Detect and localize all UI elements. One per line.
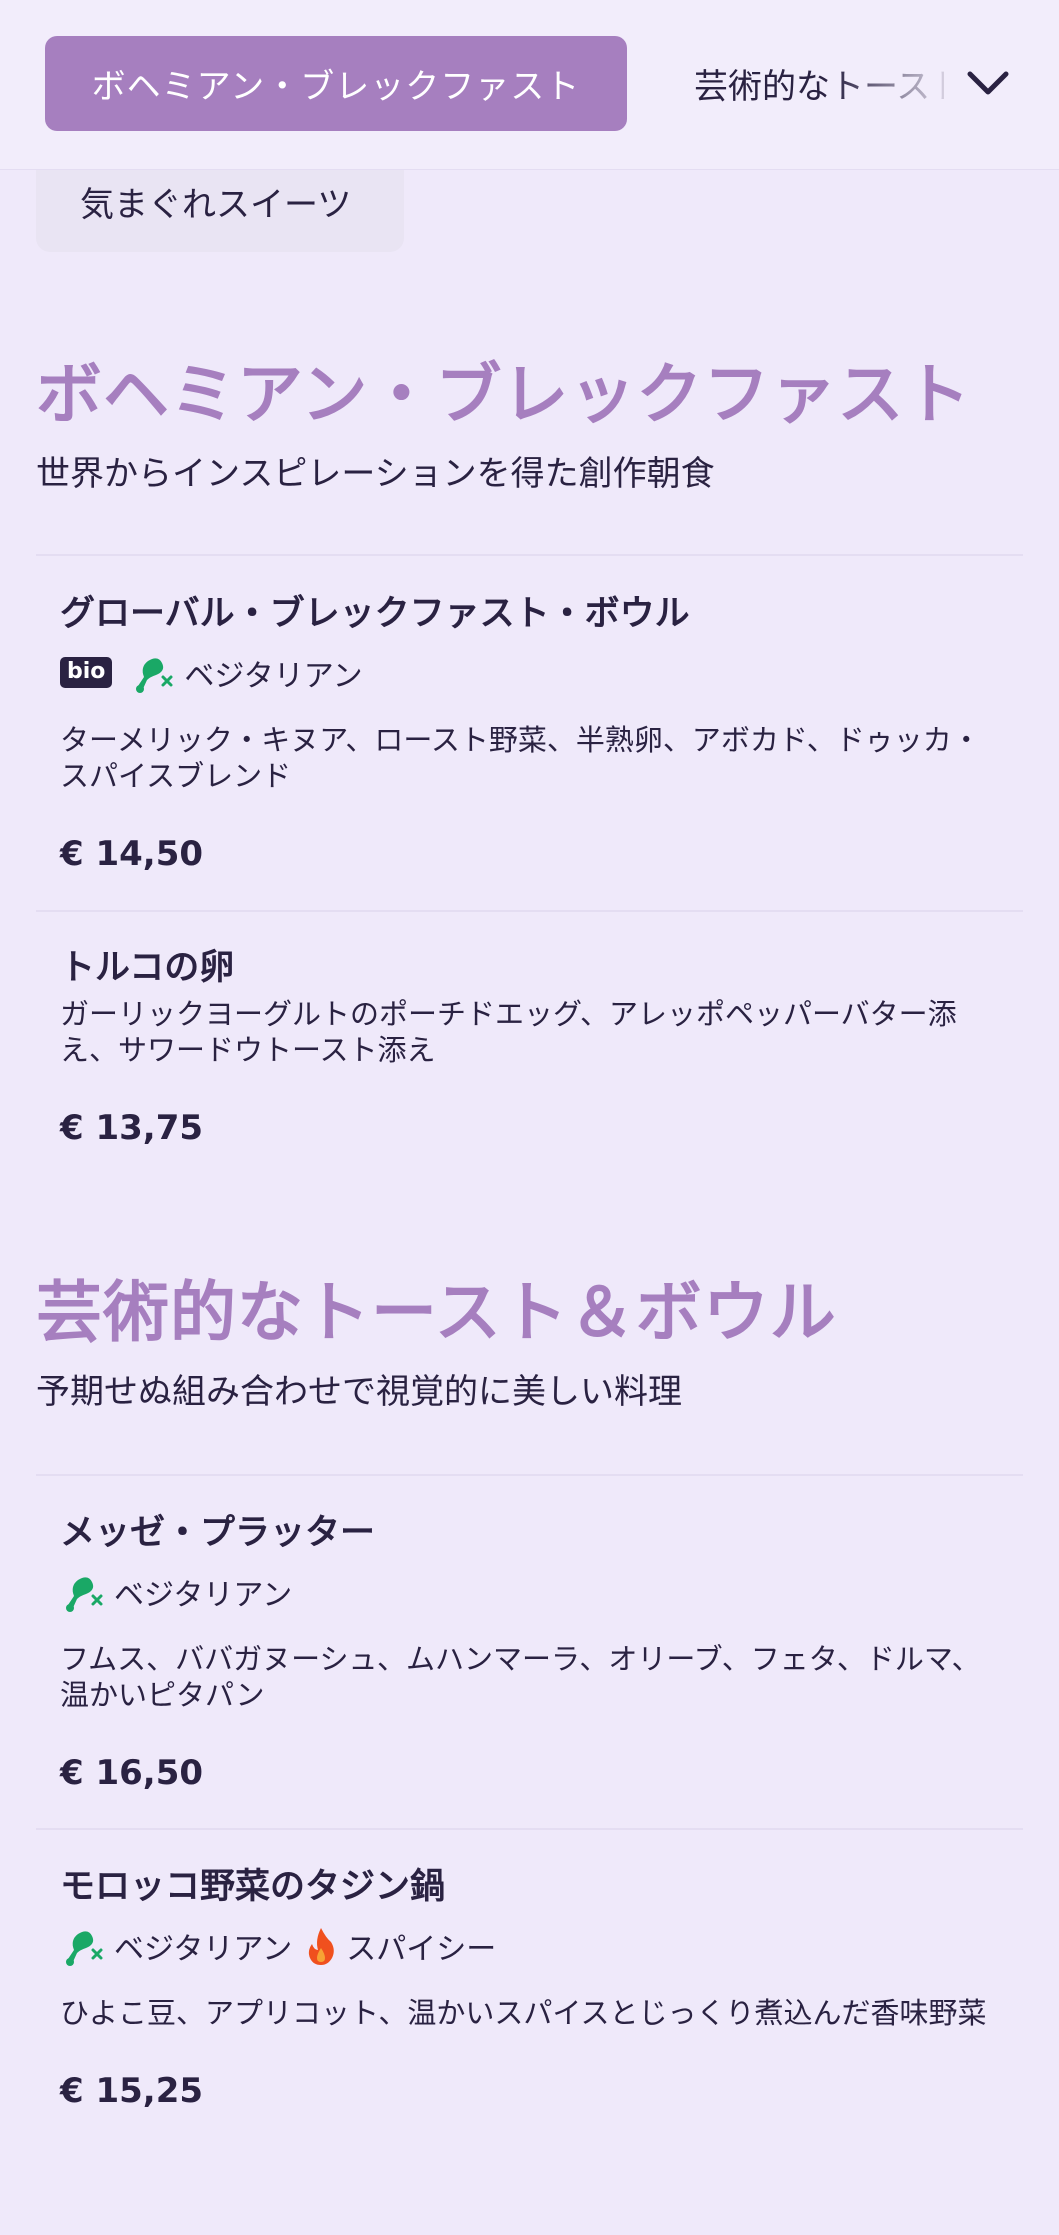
category-tab-sweets-label: 気まぐれスイーツ: [80, 184, 352, 225]
vegetarian-label: ベジタリアン: [114, 1931, 293, 1967]
vegetarian-label: ベジタリアン: [114, 1577, 293, 1613]
menu-item-tags: bio ベジタリアン: [60, 652, 1000, 694]
section-title: ボヘミアン・ブレックファスト: [36, 356, 972, 433]
flame-icon: [306, 1926, 336, 1966]
spicy-label: スパイシー: [346, 1931, 497, 1967]
meat-crossed-icon: [130, 653, 174, 693]
section-subtitle: 世界からインスピレーションを得た創作朝食: [36, 454, 715, 495]
menu-item[interactable]: トルコの卵 ガーリックヨーグルトのポーチドエッグ、アレッポペッパーバター添え、サ…: [60, 946, 1000, 1148]
menu-item-description: フムス、ババガヌーシュ、ムハンマーラ、オリーブ、フェタ、ドルマ、温かいピタパン: [60, 1641, 981, 1712]
bio-badge: bio: [60, 657, 113, 688]
category-dropdown-button[interactable]: [955, 50, 1021, 116]
section-subtitle: 予期せぬ組み合わせで視覚的に美しい料理: [36, 1372, 682, 1413]
divider: [36, 554, 1023, 556]
menu-item-tags: ベジタリアン スパイシー: [60, 1925, 1000, 1967]
divider: [36, 1828, 1023, 1830]
divider: [36, 910, 1023, 912]
menu-section-breakfast: ボヘミアン・ブレックファスト 世界からインスピレーションを得た創作朝食: [36, 355, 1023, 496]
category-tab-toast-label: 芸術的なトースト: [694, 67, 944, 107]
menu-item-description: ガーリックヨーグルトのポーチドエッグ、アレッポペッパーバター添え、サワードウトー…: [60, 996, 957, 1067]
vegetarian-label: ベジタリアン: [184, 658, 363, 694]
category-tab-active[interactable]: ボヘミアン・ブレックファスト: [45, 36, 627, 131]
section-title: 芸術的なトースト＆ボウル: [36, 1274, 837, 1351]
menu-item-name: グローバル・ブレックファスト・ボウル: [60, 594, 690, 634]
menu-section-toast-bowls: 芸術的なトースト＆ボウル 予期せぬ組み合わせで視覚的に美しい料理: [36, 1273, 1023, 1414]
category-tab-toast[interactable]: 芸術的なトースト: [694, 36, 944, 131]
category-nav-bar: ボヘミアン・ブレックファスト 芸術的なトースト: [0, 0, 1059, 170]
menu-item-name: メッゼ・プラッター: [60, 1513, 376, 1553]
menu-item-price: € 13,75: [60, 1108, 204, 1148]
menu-item-name: モロッコ野菜のタジン鍋: [60, 1867, 446, 1907]
menu-item[interactable]: メッゼ・プラッター ベジタリアン フムス、ババガヌーシュ、ムハンマーラ、オリーブ…: [60, 1511, 1000, 1793]
meat-crossed-icon: [60, 1572, 104, 1612]
meat-crossed-icon: [60, 1926, 104, 1966]
menu-item[interactable]: グローバル・ブレックファスト・ボウル bio ベジタリアン ターメリック・キヌア…: [60, 592, 1000, 874]
divider: [36, 1474, 1023, 1476]
chevron-down-icon: [967, 71, 1009, 95]
menu-item-name: トルコの卵: [60, 948, 235, 988]
menu-item[interactable]: モロッコ野菜のタジン鍋 ベジタリアン スパイシー ひよこ豆、アプリコット、温かい…: [60, 1865, 1000, 2111]
category-tab-active-label: ボヘミアン・ブレックファスト: [91, 67, 581, 107]
menu-item-price: € 15,25: [60, 2070, 204, 2111]
menu-item-price: € 16,50: [60, 1753, 204, 1793]
menu-item-description: ひよこ豆、アプリコット、温かいスパイスとじっくり煮込んだ香味野菜: [60, 1995, 987, 2030]
menu-item-description: ターメリック・キヌア、ロースト野菜、半熟卵、アボカド、ドゥッカ・スパイスブレンド: [60, 722, 981, 793]
menu-item-price: € 14,50: [60, 834, 204, 874]
menu-item-tags: ベジタリアン: [60, 1571, 1000, 1613]
